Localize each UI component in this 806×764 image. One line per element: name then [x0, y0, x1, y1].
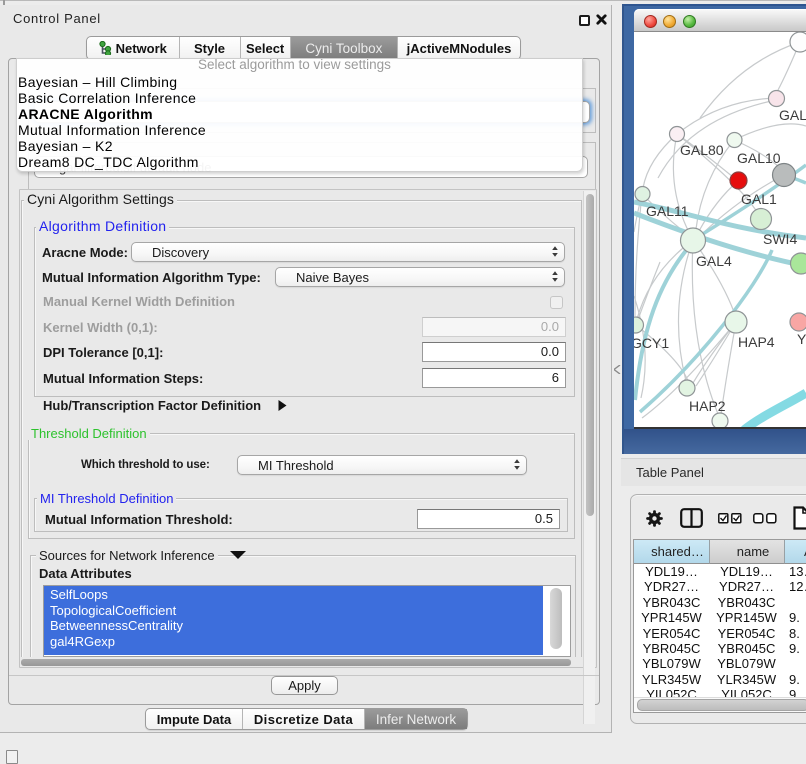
svg-text:GAL11: GAL11 [646, 203, 689, 219]
svg-text:YJ: YJ [797, 331, 806, 347]
svg-text:GAL10: GAL10 [737, 150, 781, 166]
svg-text:HAP4: HAP4 [738, 334, 775, 350]
svg-text:HAP2: HAP2 [689, 398, 726, 414]
svg-text:GCY1: GCY1 [634, 335, 669, 351]
svg-text:SWI4: SWI4 [763, 231, 797, 247]
svg-text:GAL1: GAL1 [741, 191, 777, 207]
svg-text:GAL2: GAL2 [779, 107, 806, 123]
svg-text:GAL4: GAL4 [696, 253, 732, 269]
svg-text:GAL80: GAL80 [680, 142, 724, 158]
